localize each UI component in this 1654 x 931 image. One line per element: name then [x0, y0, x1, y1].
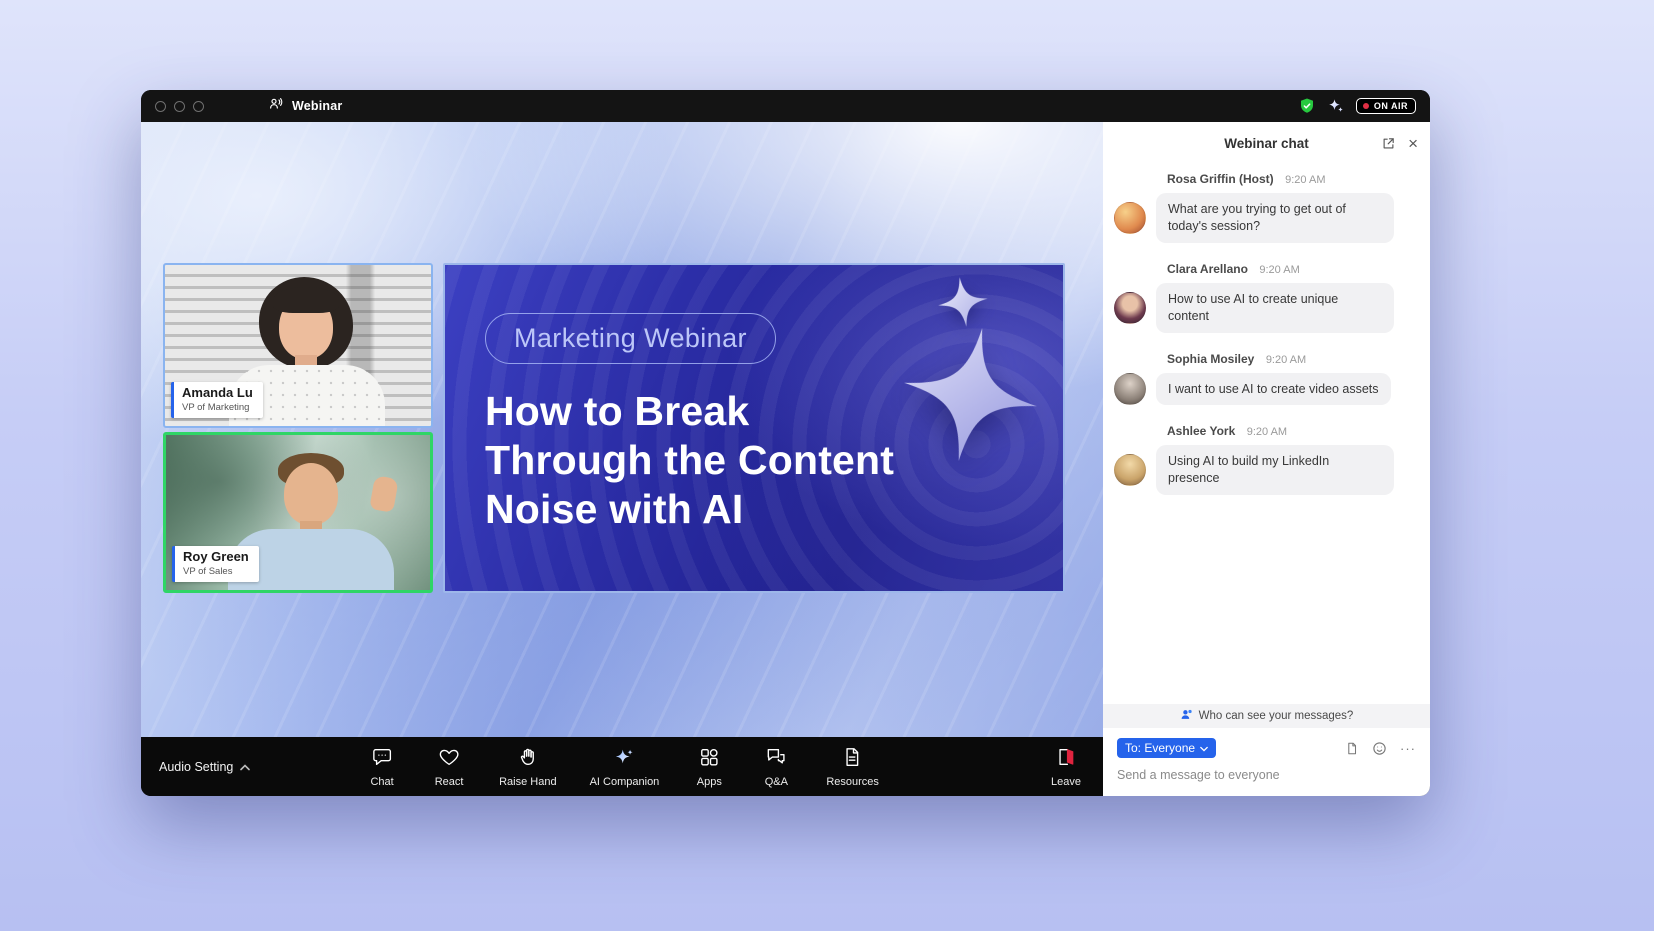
chat-message-list: Rosa Griffin (Host) 9:20 AM What are you…: [1103, 164, 1430, 704]
chat-header: Webinar chat ×: [1103, 122, 1430, 164]
security-shield-icon[interactable]: [1298, 97, 1316, 115]
slide-badge: Marketing Webinar: [485, 313, 776, 364]
chat-button[interactable]: Chat: [365, 746, 399, 788]
window-minimize-button[interactable]: [174, 101, 185, 112]
popout-icon[interactable]: [1381, 136, 1396, 151]
on-air-badge: ON AIR: [1356, 98, 1416, 114]
visibility-note: Who can see your messages?: [1199, 710, 1354, 722]
chat-message: Rosa Griffin (Host) 9:20 AM What are you…: [1114, 170, 1418, 243]
sparkle-shape-big-icon: [892, 316, 1048, 472]
message-time: 9:20 AM: [1247, 426, 1287, 438]
chevron-up-icon: [240, 760, 250, 774]
close-icon[interactable]: ×: [1408, 135, 1418, 152]
avatar: [1114, 454, 1146, 486]
visibility-person-icon: [1180, 708, 1193, 724]
participant-name: Roy Green: [183, 550, 249, 564]
message-bubble: Using AI to build my LinkedIn presence: [1156, 445, 1394, 495]
more-options-icon[interactable]: ···: [1400, 742, 1416, 755]
chat-message: Sophia Mosiley 9:20 AM I want to use AI …: [1114, 350, 1418, 406]
participant-video-roy[interactable]: Roy Green VP of Sales: [163, 432, 433, 593]
attach-file-icon[interactable]: [1345, 741, 1359, 756]
audio-setting-button[interactable]: Audio Setting: [159, 760, 250, 774]
heart-icon: [438, 746, 460, 773]
avatar: [1114, 202, 1146, 234]
raise-hand-button[interactable]: Raise Hand: [499, 746, 556, 788]
ai-sparkle-icon[interactable]: [1327, 97, 1345, 115]
message-sender: Ashlee York: [1167, 424, 1235, 438]
window-controls: [155, 101, 204, 112]
react-button[interactable]: React: [432, 746, 466, 788]
participant-name: Amanda Lu: [182, 386, 253, 400]
titlebar: Webinar ON AIR: [141, 90, 1430, 122]
leave-button[interactable]: Leave: [1051, 746, 1081, 788]
slide-headline: How to Break Through the Content Noise w…: [485, 387, 894, 535]
ai-companion-icon: [613, 746, 635, 773]
webinar-icon: [268, 96, 284, 117]
window-close-button[interactable]: [155, 101, 166, 112]
ai-companion-button[interactable]: AI Companion: [590, 746, 660, 788]
meeting-column: Amanda Lu VP of Marketing Roy Green: [141, 122, 1103, 796]
chevron-down-icon: [1200, 741, 1208, 755]
qa-button[interactable]: Q&A: [759, 746, 793, 788]
message-time: 9:20 AM: [1285, 174, 1325, 186]
chat-message: Clara Arellano 9:20 AM How to use AI to …: [1114, 260, 1418, 333]
name-tag-roy: Roy Green VP of Sales: [172, 546, 259, 582]
chat-icon: [371, 746, 393, 773]
chat-message-input[interactable]: [1117, 768, 1416, 782]
window-content: Amanda Lu VP of Marketing Roy Green: [141, 122, 1430, 796]
apps-button[interactable]: Apps: [692, 746, 726, 788]
title-group: Webinar: [268, 96, 343, 117]
avatar: [1114, 292, 1146, 324]
raise-hand-icon: [517, 746, 539, 773]
message-sender: Rosa Griffin (Host): [1167, 172, 1274, 186]
leave-door-icon: [1055, 746, 1077, 773]
titlebar-right: ON AIR: [1298, 97, 1416, 115]
chat-composer: To: Everyone: [1103, 728, 1430, 796]
video-stage: Amanda Lu VP of Marketing Roy Green: [141, 122, 1103, 737]
message-sender: Sophia Mosiley: [1167, 352, 1254, 366]
chat-message: Ashlee York 9:20 AM Using AI to build my…: [1114, 422, 1418, 495]
message-time: 9:20 AM: [1259, 264, 1299, 276]
message-bubble: How to use AI to create unique content: [1156, 283, 1394, 333]
app-title: Webinar: [292, 99, 343, 113]
message-time: 9:20 AM: [1266, 354, 1306, 366]
recipient-selector[interactable]: To: Everyone: [1117, 738, 1216, 758]
chat-panel-title: Webinar chat: [1224, 136, 1309, 151]
message-visibility-banner[interactable]: Who can see your messages?: [1103, 704, 1430, 728]
participant-role: VP of Marketing: [182, 402, 253, 413]
webinar-window: Webinar ON AIR: [141, 90, 1430, 796]
participant-role: VP of Sales: [183, 566, 249, 577]
window-zoom-button[interactable]: [193, 101, 204, 112]
meeting-toolbar: Audio Setting: [141, 737, 1103, 796]
message-bubble: I want to use AI to create video assets: [1156, 373, 1391, 406]
webinar-chat-panel: Webinar chat × Rosa Griffin (Ho: [1103, 122, 1430, 796]
participant-video-amanda[interactable]: Amanda Lu VP of Marketing: [163, 263, 433, 428]
toolbar-buttons: Chat React: [365, 746, 879, 788]
resources-icon: [842, 746, 864, 773]
sparkle-shape-small-icon: [935, 274, 991, 330]
message-sender: Clara Arellano: [1167, 262, 1248, 276]
apps-icon: [698, 746, 720, 773]
avatar: [1114, 373, 1146, 405]
message-bubble: What are you trying to get out of today'…: [1156, 193, 1394, 243]
name-tag-amanda: Amanda Lu VP of Marketing: [171, 382, 263, 418]
audio-setting-label: Audio Setting: [159, 760, 233, 774]
resources-button[interactable]: Resources: [826, 746, 879, 788]
emoji-icon[interactable]: [1372, 741, 1387, 756]
shared-slide: Marketing Webinar How to Break Through t…: [443, 263, 1065, 593]
qa-icon: [765, 746, 787, 773]
on-air-dot-icon: [1363, 103, 1369, 109]
